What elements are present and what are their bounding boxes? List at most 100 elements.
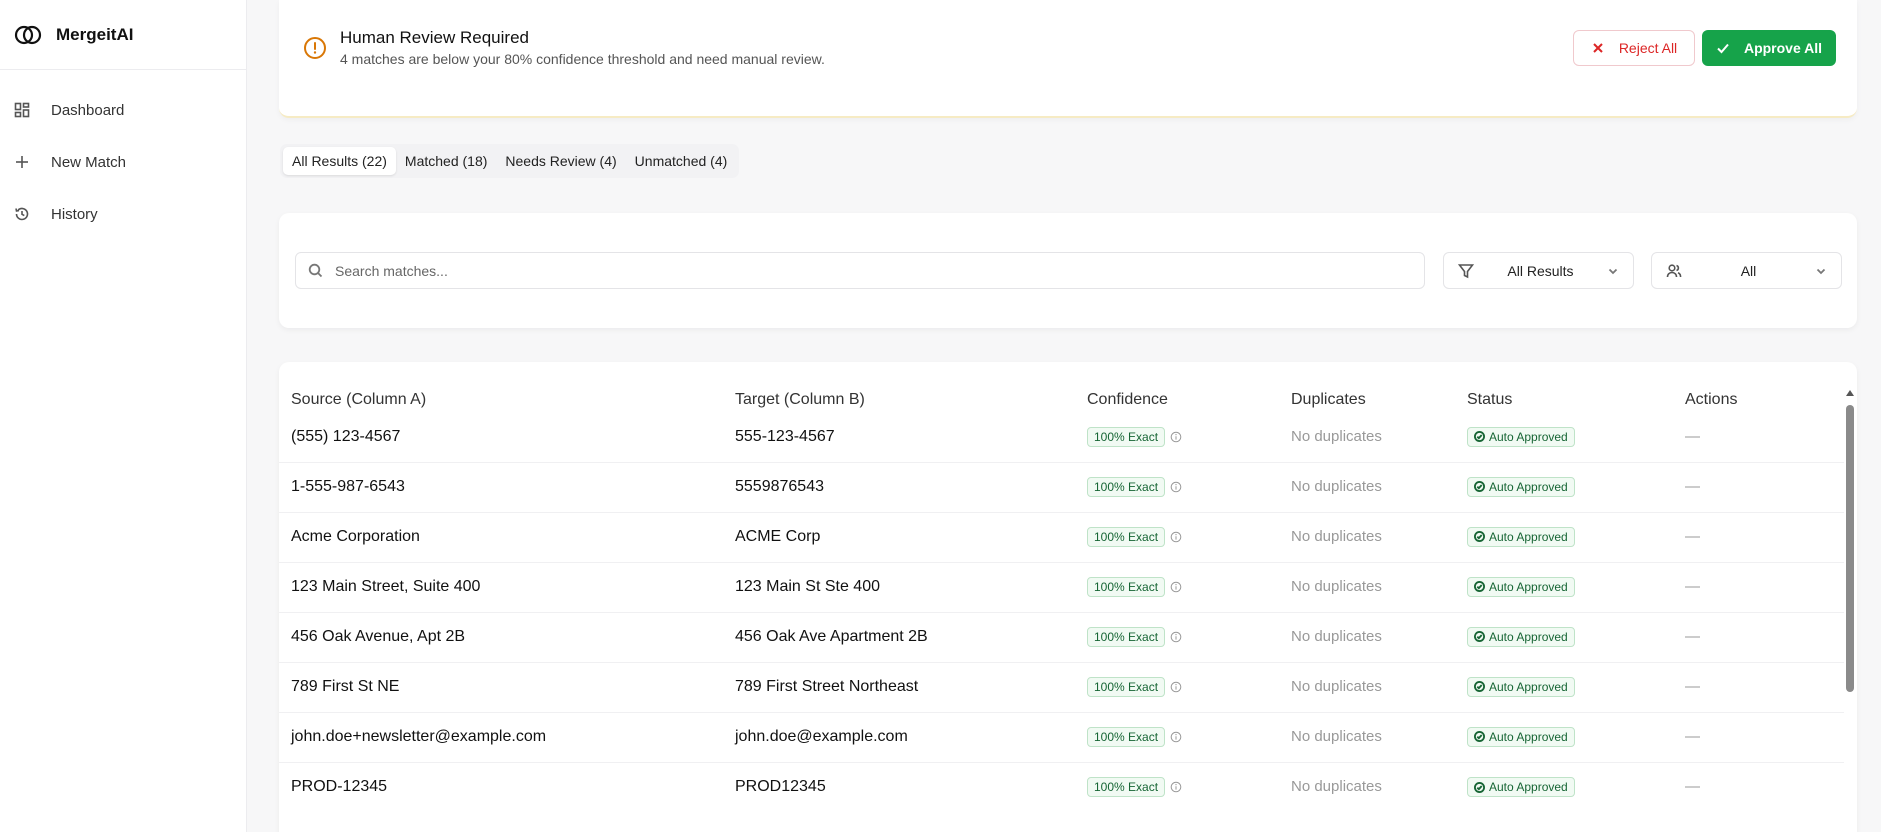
approve-all-button[interactable]: Approve All — [1702, 30, 1836, 66]
confidence-badge: 100% Exact — [1087, 577, 1166, 597]
sidebar-item-history[interactable]: History — [0, 188, 246, 240]
tab-needs-review[interactable]: Needs Review (4) — [496, 147, 625, 175]
actions-cell: — — [1685, 612, 1844, 662]
status-label: Auto Approved — [1489, 629, 1568, 644]
tab-unmatched[interactable]: Unmatched (4) — [626, 147, 737, 175]
brand[interactable]: MergeitAI — [0, 0, 246, 70]
status-cell: Auto Approved — [1467, 562, 1685, 612]
source-cell: 123 Main Street, Suite 400 — [291, 578, 481, 595]
duplicates-text: No duplicates — [1291, 478, 1382, 495]
confidence-badge: 100% Exact — [1087, 426, 1166, 447]
source-cell: 789 First St NE — [291, 678, 400, 695]
sidebar-item-label: New Match — [51, 153, 127, 171]
source-cell: 456 Oak Avenue, Apt 2B — [291, 628, 466, 645]
tab-matched[interactable]: Matched (18) — [396, 147, 496, 175]
table-row[interactable]: PROD-12345 PROD12345 100% Exact No duplicat… — [279, 762, 1844, 812]
status-badge: Auto Approved — [1467, 676, 1575, 697]
column-header-status[interactable]: Status — [1467, 362, 1685, 412]
status-label: Auto Approved — [1489, 529, 1568, 544]
duplicates-text: No duplicates — [1291, 628, 1382, 645]
review-banner: Human Review Required 4 matches are belo… — [279, 0, 1857, 118]
duplicates-cell: No duplicates — [1291, 762, 1467, 812]
target-cell: ACME Corp — [735, 528, 821, 545]
sidebar-item-new-match[interactable]: New Match — [0, 136, 246, 188]
scroll-up-arrow-icon[interactable] — [1846, 390, 1854, 396]
column-header-target[interactable]: Target (Column B) — [735, 362, 1087, 412]
column-header-source[interactable]: Source (Column A) — [279, 362, 735, 412]
column-header-actions: Actions — [1685, 391, 1738, 408]
action-placeholder: — — [1685, 578, 1700, 595]
review-description: 4 matches are below your 80% confidence … — [340, 51, 825, 67]
reject-all-button[interactable]: Reject All — [1573, 30, 1695, 66]
info-icon[interactable] — [1170, 681, 1182, 693]
check-circle-icon — [1474, 731, 1485, 743]
plus-icon — [16, 156, 28, 168]
logo-icon — [14, 25, 42, 44]
status-badge: Auto Approved — [1467, 526, 1575, 547]
table-header-row: Source (Column A) Target (Column B) Conf… — [279, 362, 1844, 412]
status-cell: Auto Approved — [1467, 462, 1685, 512]
search-icon — [308, 263, 323, 278]
confidence-cell: 100% Exact — [1087, 512, 1291, 562]
info-icon[interactable] — [1170, 631, 1182, 643]
action-placeholder: — — [1685, 778, 1700, 796]
status-badge: Auto Approved — [1467, 576, 1575, 597]
status-label: Auto Approved — [1489, 780, 1568, 794]
column-header-confidence[interactable]: Confidence — [1087, 362, 1291, 412]
sidebar-nav: Dashboard New Match History — [0, 70, 246, 240]
table-row[interactable]: 1-555-987-6543 5559876543 100% Exact No dup… — [279, 462, 1844, 512]
check-circle-icon — [1474, 631, 1485, 643]
sidebar-item-dashboard[interactable]: Dashboard — [0, 84, 246, 136]
confidence-cell: 100% Exact — [1087, 562, 1291, 612]
action-placeholder: — — [1685, 427, 1700, 445]
table-row[interactable]: (555) 123-4567 555-123-4567 100% Exact No d… — [279, 412, 1844, 462]
table-row[interactable]: john.doe+newsletter@example.com john.doe@… — [279, 712, 1844, 762]
info-icon[interactable] — [1170, 731, 1182, 743]
status-badge: Auto Approved — [1467, 426, 1575, 447]
status-label: Auto Approved — [1489, 579, 1568, 594]
confidence-cell: 100% Exact — [1087, 412, 1291, 462]
info-icon[interactable] — [1170, 481, 1182, 493]
app-name: MergeitAI — [56, 24, 134, 44]
chevron-down-icon — [1816, 268, 1826, 274]
confidence-cell: 100% Exact — [1087, 762, 1291, 812]
table-scrollbar[interactable] — [1845, 390, 1855, 832]
main-content: Human Review Required 4 matches are belo… — [247, 0, 1881, 832]
check-circle-icon — [1474, 481, 1485, 493]
results-table-card: Source (Column A) Target (Column B) Conf… — [279, 362, 1857, 832]
table-row[interactable]: 123 Main Street, Suite 400 123 Main St St… — [279, 562, 1844, 612]
duplicates-text: No duplicates — [1291, 728, 1382, 745]
info-icon[interactable] — [1170, 581, 1182, 593]
column-header-duplicates[interactable]: Duplicates — [1291, 362, 1467, 412]
user-filter-select[interactable]: All — [1651, 252, 1842, 289]
users-icon — [1666, 263, 1682, 277]
target-cell: 123 Main St Ste 400 — [735, 578, 880, 595]
table-row[interactable]: 456 Oak Avenue, Apt 2B 456 Oak Ave Apartm… — [279, 612, 1844, 662]
user-filter-value: All — [1740, 262, 1757, 279]
info-icon[interactable] — [1170, 781, 1182, 793]
info-icon[interactable] — [1170, 531, 1182, 543]
table-row[interactable]: Acme Corporation ACME Corp 100% Exact No du… — [279, 512, 1844, 562]
scrollbar-thumb[interactable] — [1846, 405, 1854, 692]
target-cell: 789 First Street Northeast — [735, 678, 919, 695]
tab-all-results[interactable]: All Results (22) — [283, 147, 396, 175]
duplicates-cell: No duplicates — [1291, 462, 1467, 512]
search-input[interactable] — [335, 262, 1335, 279]
table-row[interactable]: 789 First St NE 789 First Street Northeas… — [279, 662, 1844, 712]
status-cell: Auto Approved — [1467, 662, 1685, 712]
duplicates-text: No duplicates — [1291, 528, 1382, 545]
confidence-badge: 100% Exact — [1087, 727, 1166, 747]
duplicates-cell: No duplicates — [1291, 612, 1467, 662]
review-title: Human Review Required — [340, 28, 529, 47]
action-placeholder: — — [1685, 478, 1700, 495]
status-label: Auto Approved — [1489, 679, 1568, 694]
confidence-badge: 100% Exact — [1087, 477, 1166, 497]
result-filter-select[interactable]: All Results — [1443, 252, 1634, 289]
check-circle-icon — [1474, 781, 1485, 793]
duplicates-cell: No duplicates — [1291, 662, 1467, 712]
sidebar-item-label: History — [51, 205, 98, 223]
search-box[interactable] — [295, 252, 1425, 289]
info-icon[interactable] — [1170, 431, 1182, 443]
confidence-cell: 100% Exact — [1087, 712, 1291, 762]
status-cell: Auto Approved — [1467, 712, 1685, 762]
